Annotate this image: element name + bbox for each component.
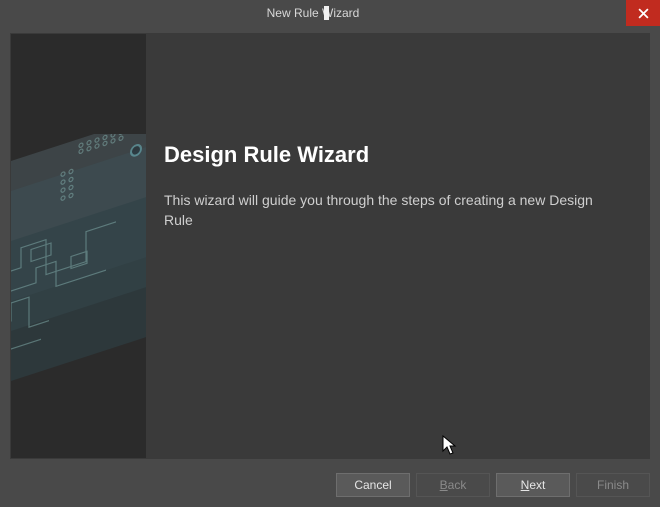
finish-label: Finish <box>597 478 629 492</box>
wizard-heading: Design Rule Wizard <box>146 34 649 168</box>
cancel-button[interactable]: Cancel <box>336 473 410 497</box>
next-label: Next <box>521 478 546 492</box>
finish-button: Finish <box>576 473 650 497</box>
wizard-description: This wizard will guide you through the s… <box>146 168 649 231</box>
close-icon <box>638 8 649 19</box>
content-frame: Design Rule Wizard This wizard will guid… <box>10 33 650 459</box>
titlebar: New Rule Wizard <box>0 0 660 26</box>
next-button[interactable]: Next <box>496 473 570 497</box>
wizard-window: New Rule Wizard <box>0 0 660 507</box>
back-button: Back <box>416 473 490 497</box>
cancel-label: Cancel <box>354 478 391 492</box>
back-label: Back <box>440 478 467 492</box>
main-panel: Design Rule Wizard This wizard will guid… <box>146 34 649 458</box>
window-title: New Rule Wizard <box>0 6 626 20</box>
button-bar: Cancel Back Next Finish <box>0 463 660 507</box>
wizard-sidebar-art <box>11 34 146 458</box>
text-caret <box>324 6 329 20</box>
close-button[interactable] <box>626 0 660 26</box>
